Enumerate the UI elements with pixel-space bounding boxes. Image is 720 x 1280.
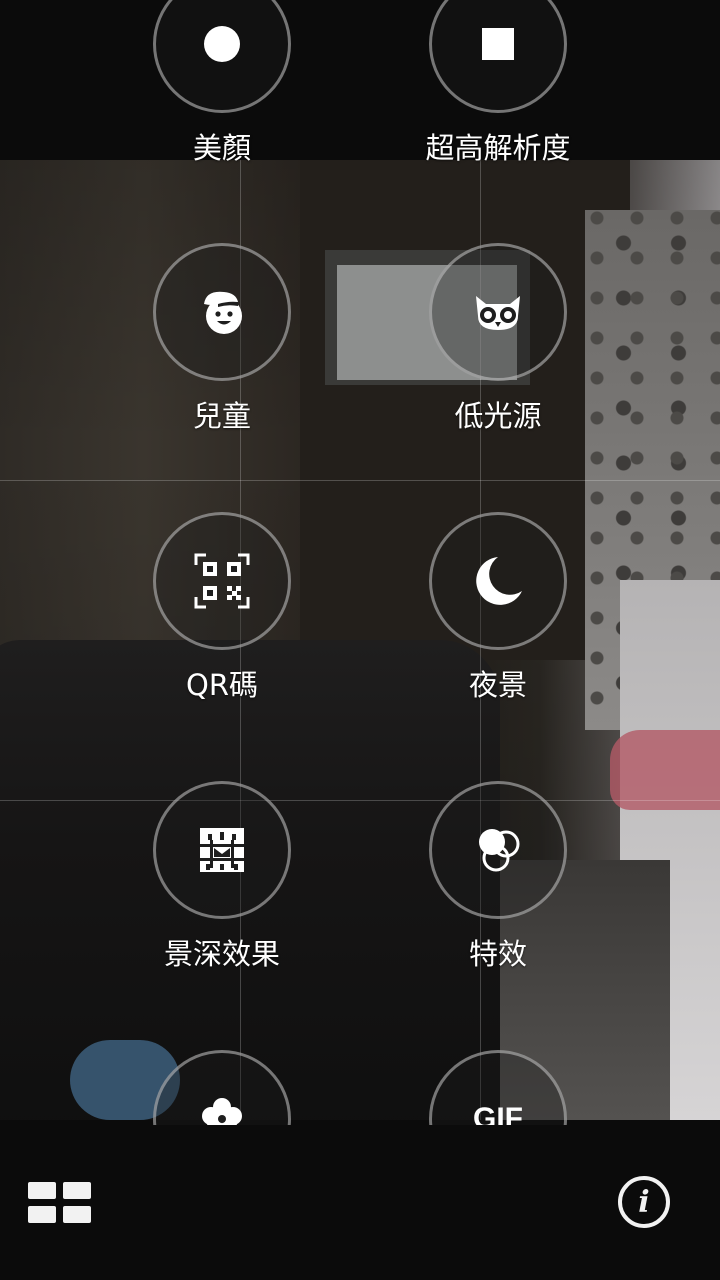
- info-icon: i: [638, 1184, 650, 1220]
- mode-child[interactable]: 兒童: [82, 243, 362, 483]
- mode-effects-ring[interactable]: [429, 781, 567, 919]
- mode-label: 兒童: [192, 399, 251, 433]
- mode-qr-code[interactable]: QR碼: [82, 512, 362, 752]
- mode-label: 特效: [468, 937, 527, 971]
- flower-icon: [202, 1098, 242, 1125]
- mode-effects[interactable]: 特效: [358, 781, 638, 1021]
- mode-label: QR碼: [186, 668, 258, 702]
- mode-night-ring[interactable]: [429, 512, 567, 650]
- owl-icon: [476, 296, 520, 330]
- mode-label: 美顏: [192, 131, 251, 165]
- mode-beauty-ring[interactable]: [153, 0, 291, 113]
- mode-qr-code-ring[interactable]: [153, 512, 291, 650]
- mode-flower[interactable]: [82, 1050, 362, 1125]
- effects-circles-icon: [479, 829, 520, 872]
- mode-label: 超高解析度: [425, 131, 571, 165]
- mode-child-ring[interactable]: [153, 243, 291, 381]
- mode-super-resolution-ring[interactable]: [429, 0, 567, 113]
- mode-depth-of-field-ring[interactable]: [153, 781, 291, 919]
- mode-beauty[interactable]: 美顏: [82, 0, 362, 215]
- moon-icon: [476, 557, 522, 605]
- super-resolution-icon: [482, 28, 514, 60]
- grid-view-button[interactable]: [28, 1182, 92, 1224]
- mode-low-light[interactable]: 低光源: [358, 243, 638, 483]
- beauty-icon: [204, 26, 240, 62]
- mode-label: 低光源: [454, 399, 542, 433]
- mode-super-resolution[interactable]: 超高解析度: [358, 0, 638, 215]
- qr-code-icon: [194, 553, 250, 609]
- mode-gif-ring[interactable]: GIF: [429, 1050, 567, 1125]
- mode-gif[interactable]: GIF: [358, 1050, 638, 1125]
- mode-grid: 美顏 超高解析度 兒童 低光源 QR碼 夜景 景深效果 特效 GIF: [0, 0, 720, 1125]
- mode-label: 夜景: [468, 668, 527, 702]
- mode-night[interactable]: 夜景: [358, 512, 638, 752]
- mode-flower-ring[interactable]: [153, 1050, 291, 1125]
- gif-icon: GIF: [473, 1102, 523, 1125]
- bottom-bar: [0, 1120, 720, 1280]
- mode-label: 景深效果: [163, 937, 280, 971]
- mode-low-light-ring[interactable]: [429, 243, 567, 381]
- depth-of-field-icon: [200, 828, 244, 872]
- child-face-icon: [204, 291, 242, 334]
- mode-depth-of-field[interactable]: 景深效果: [82, 781, 362, 1021]
- info-button[interactable]: i: [618, 1176, 670, 1228]
